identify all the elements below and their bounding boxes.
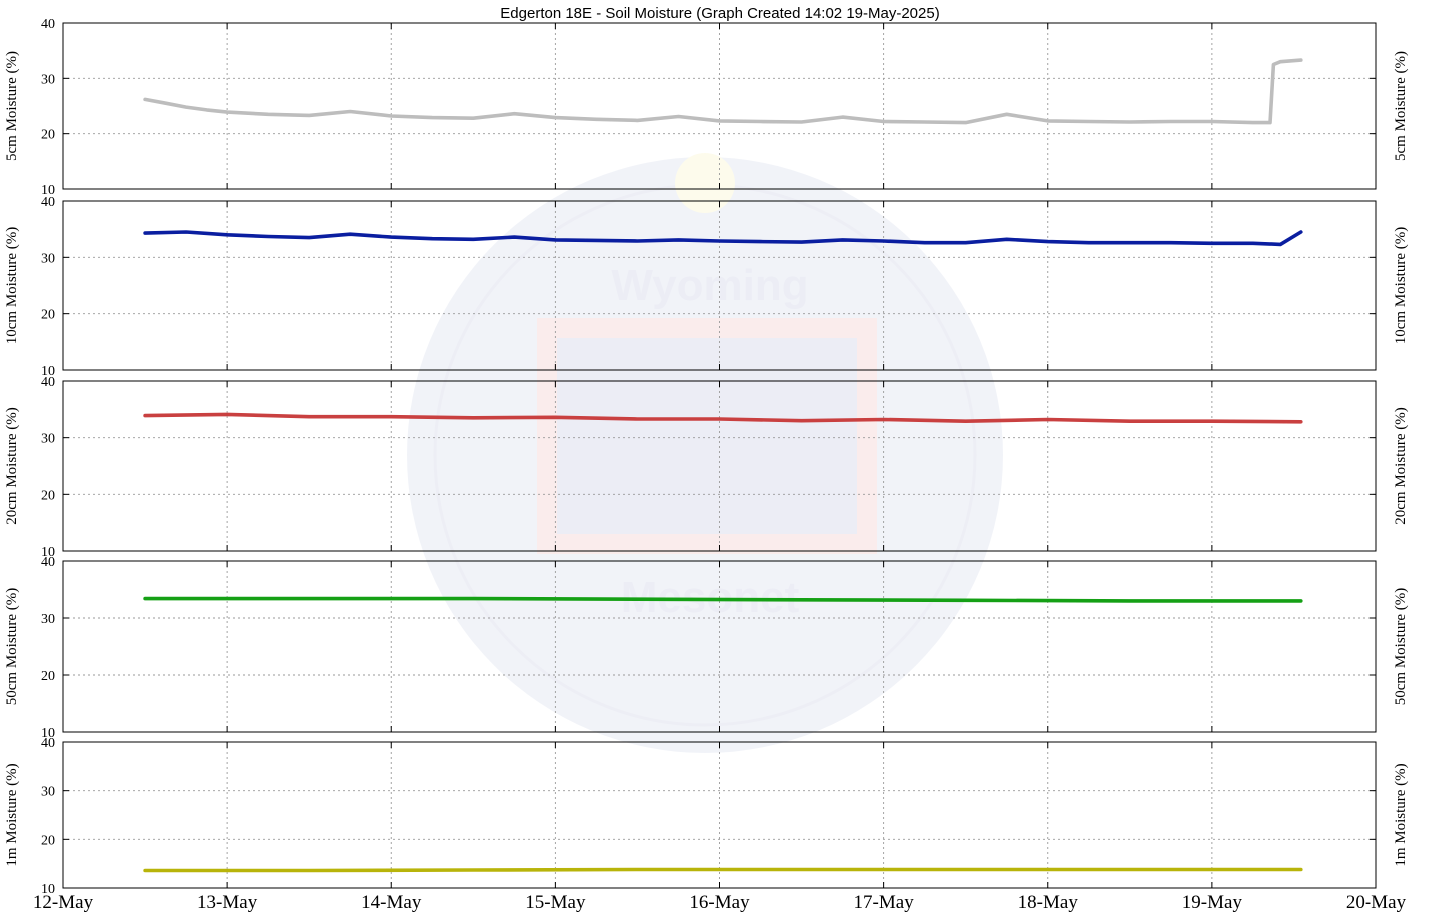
y-tick-label: 20 xyxy=(41,128,55,143)
y-axis-label-left: 20cm Moisture (%) xyxy=(4,407,20,524)
y-tick-label: 40 xyxy=(41,555,55,570)
y-tick-label: 30 xyxy=(41,612,55,627)
series-line xyxy=(143,867,1303,873)
y-axis-label-left: 5cm Moisture (%) xyxy=(4,51,20,161)
chart: Wyoming Mesonet Edgerton 18E - Soil Mois… xyxy=(4,5,1409,913)
y-axis-label-left: 50cm Moisture (%) xyxy=(4,588,20,705)
x-tick-label: 12-May xyxy=(33,892,94,913)
watermark-flag-field xyxy=(557,338,857,534)
y-tick-label: 30 xyxy=(41,251,55,266)
x-tick-label: 13-May xyxy=(197,892,258,913)
y-axis-label-right: 20cm Moisture (%) xyxy=(1393,407,1409,524)
panel-4: 102030401m Moisture (%) 1m Moisture (%) xyxy=(4,736,1409,897)
y-tick-label: 40 xyxy=(41,195,55,210)
y-axis-label-right: 10cm Moisture (%) xyxy=(1393,227,1409,344)
watermark-top-text: Wyoming xyxy=(611,261,808,310)
y-tick-label: 20 xyxy=(41,308,55,323)
y-tick-label: 40 xyxy=(41,17,55,32)
series-line xyxy=(143,596,1303,603)
y-axis-label-right: 5cm Moisture (%) xyxy=(1393,51,1409,161)
y-tick-label: 40 xyxy=(41,375,55,390)
y-axis-label-right: 1m Moisture (%) xyxy=(1393,763,1409,866)
y-tick-label: 20 xyxy=(41,669,55,684)
x-tick-label: 18-May xyxy=(1018,892,1079,913)
y-tick-label: 30 xyxy=(41,785,55,800)
x-tick-label: 20-May xyxy=(1346,892,1407,913)
series-line xyxy=(143,58,1303,125)
x-tick-label: 16-May xyxy=(689,892,750,913)
x-axis-tick-labels: 12-May 13-May 14-May 15-May 16-May 17-May 18-M… xyxy=(33,892,1407,913)
y-tick-label: 20 xyxy=(41,833,55,848)
y-tick-label: 30 xyxy=(41,72,55,87)
x-tick-label: 15-May xyxy=(525,892,586,913)
y-tick-label: 20 xyxy=(41,488,55,503)
y-tick-label: 30 xyxy=(41,432,55,447)
y-axis-label-left: 10cm Moisture (%) xyxy=(4,227,20,344)
x-tick-label: 17-May xyxy=(854,892,915,913)
x-tick-label: 14-May xyxy=(361,892,422,913)
chart-title: Edgerton 18E - Soil Moisture (Graph Crea… xyxy=(500,5,939,22)
y-axis-label-right: 50cm Moisture (%) xyxy=(1393,588,1409,705)
watermark-sun xyxy=(675,153,735,213)
y-tick-label: 40 xyxy=(41,736,55,751)
x-tick-label: 19-May xyxy=(1182,892,1243,913)
y-axis-label-left: 1m Moisture (%) xyxy=(4,763,20,866)
